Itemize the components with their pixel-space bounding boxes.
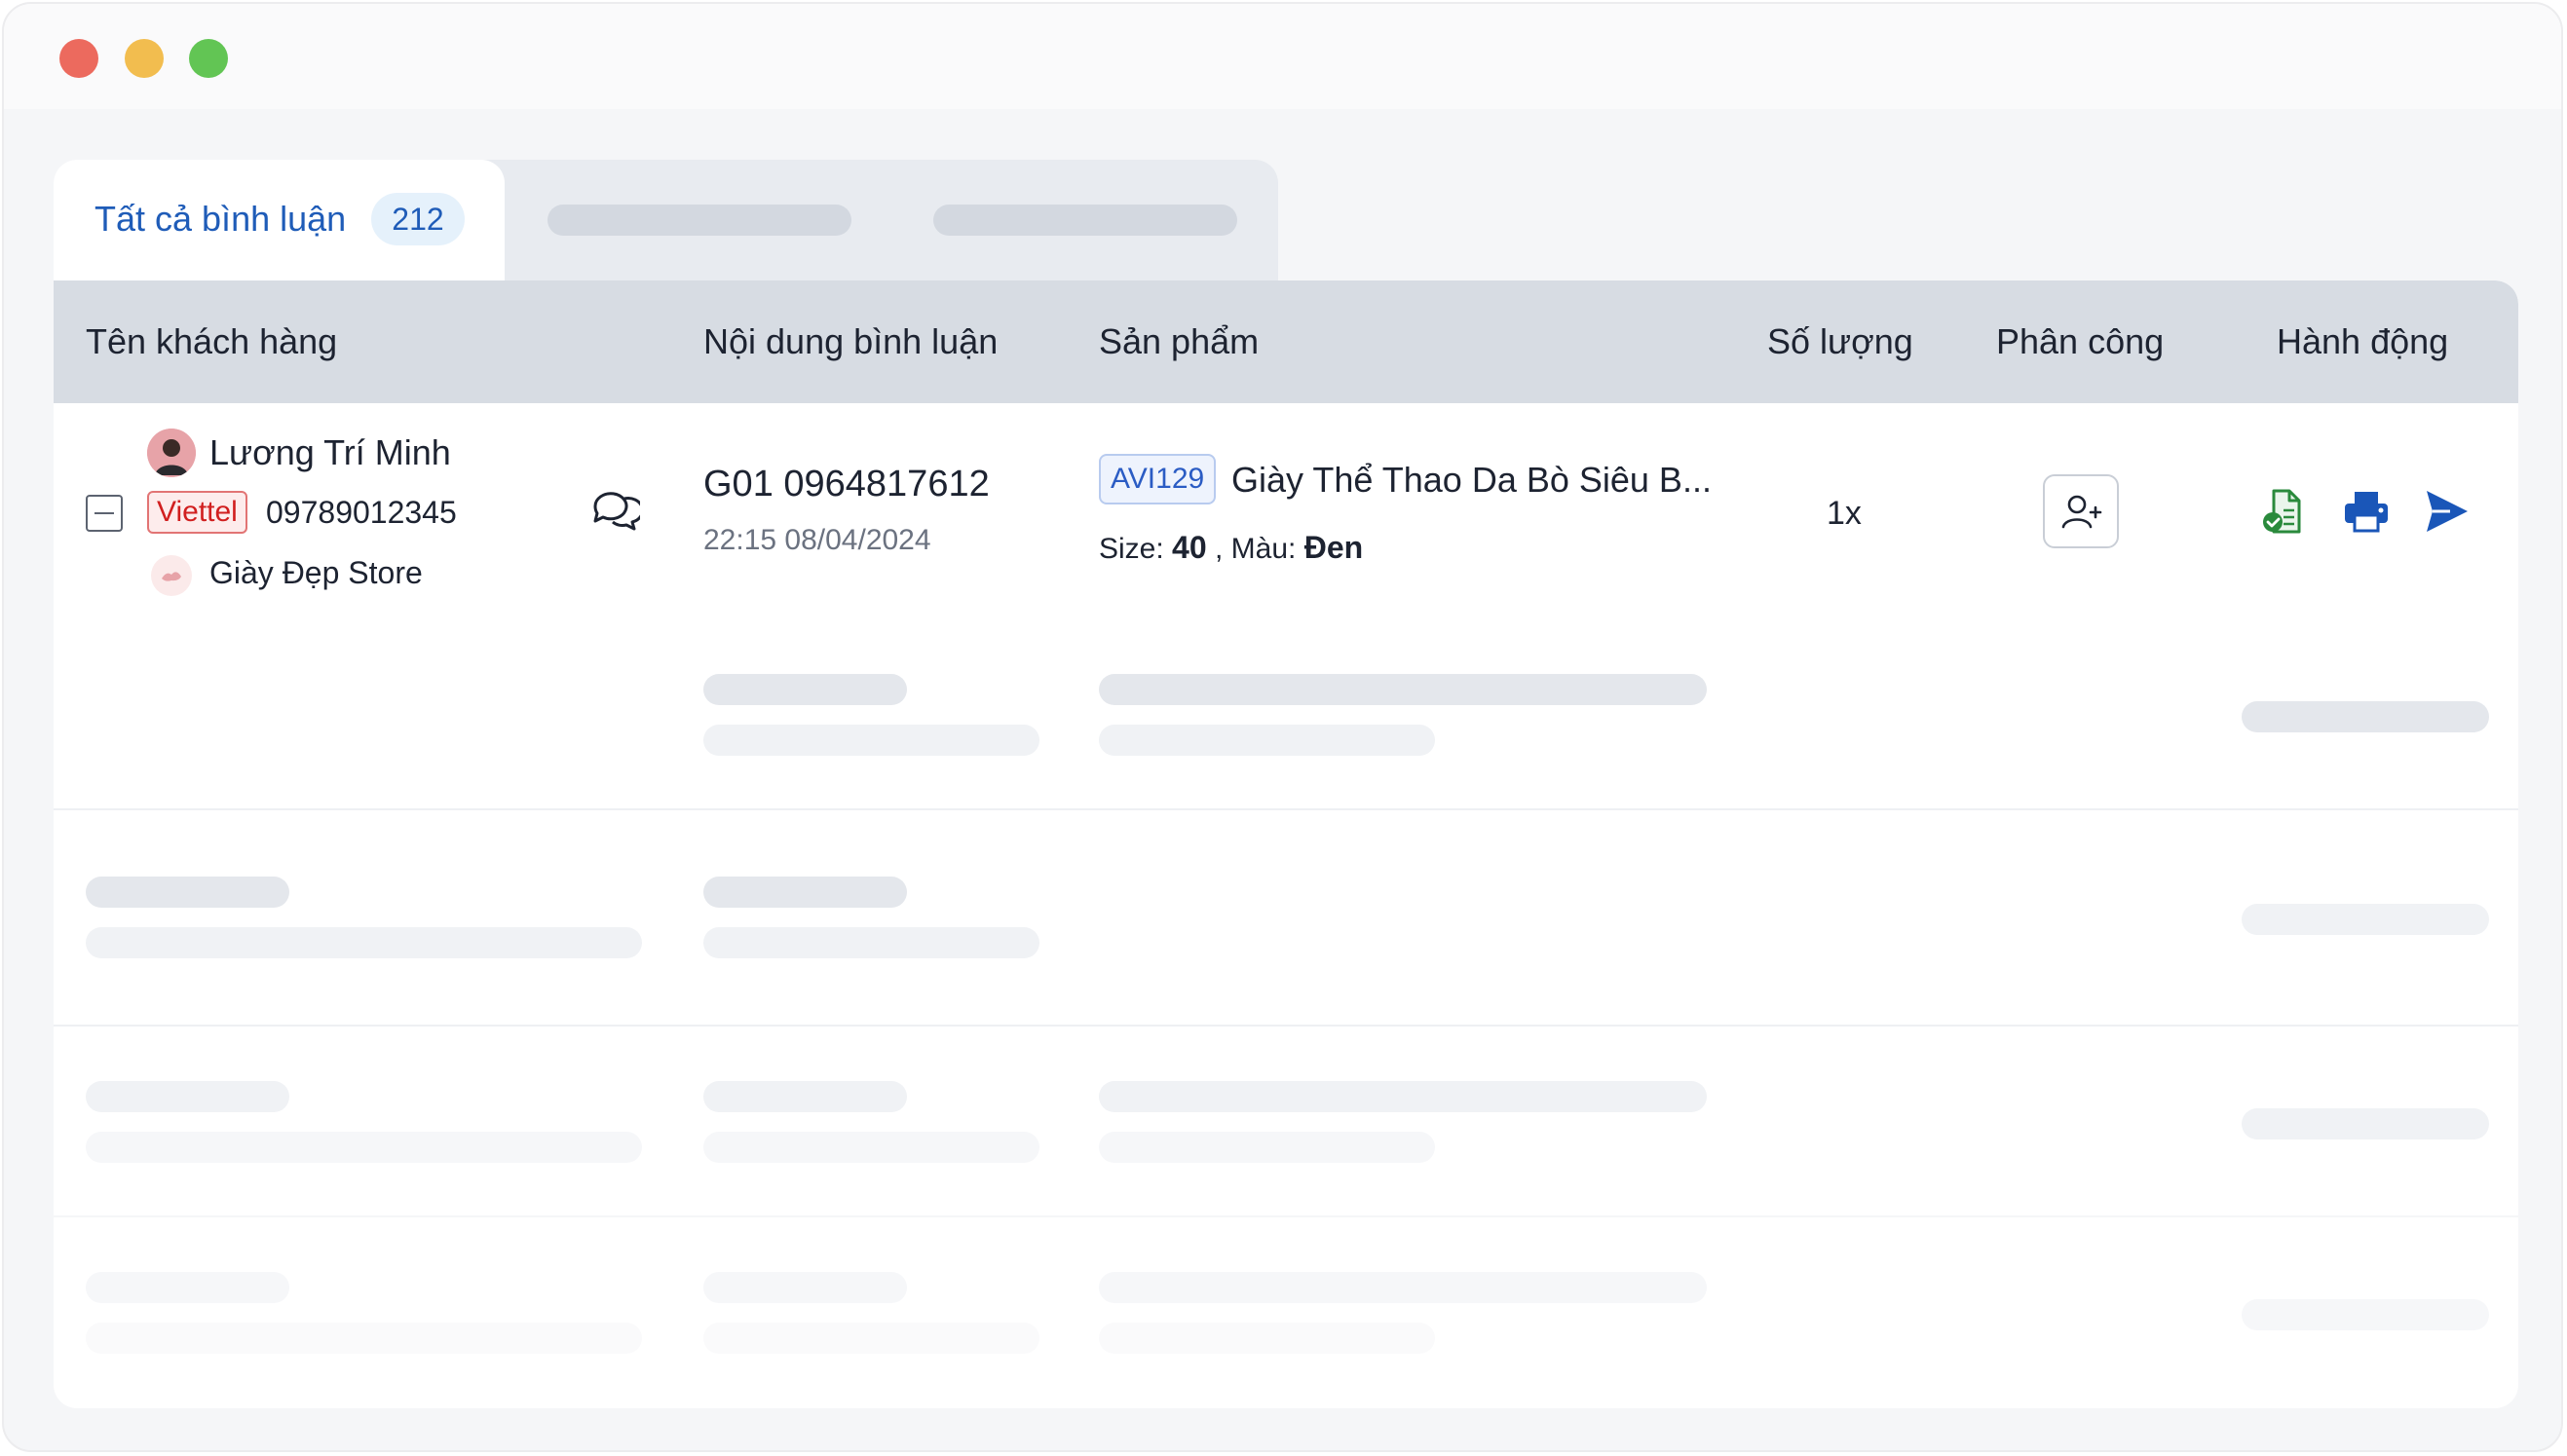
document-check-icon[interactable]	[2260, 487, 2309, 541]
skeleton-bar	[703, 927, 1039, 958]
skeleton-bar	[86, 1272, 289, 1303]
sku-badge: AVI129	[1099, 454, 1217, 504]
title-bar	[4, 4, 2561, 109]
minimize-window-button[interactable]	[125, 39, 164, 78]
header-product: Sản phẩm	[1099, 321, 1260, 361]
quantity-value: 1x	[1827, 495, 1862, 532]
printer-icon[interactable]	[2342, 487, 2391, 541]
customer-phone: 09789012345	[266, 495, 457, 530]
row-divider	[54, 1025, 2518, 1027]
tab-all-comments[interactable]: Tất cả bình luận 212	[54, 160, 505, 282]
header-actions: Hành động	[2277, 321, 2449, 361]
tab-bar: Tất cả bình luận 212	[54, 160, 1278, 282]
app-window: Tất cả bình luận 212 Tên khách hàng Nội …	[2, 2, 2563, 1452]
user-plus-icon	[2061, 495, 2102, 529]
skeleton-bar	[703, 1323, 1039, 1354]
row-divider	[54, 1215, 2518, 1217]
skeleton-bar	[703, 674, 907, 705]
skeleton-bar	[86, 1081, 289, 1112]
store-logo-icon	[151, 555, 192, 596]
chat-bubbles-icon[interactable]	[589, 485, 645, 537]
header-assign: Phân công	[1996, 321, 2165, 361]
skeleton-bar	[1099, 1081, 1707, 1112]
avatar[interactable]	[147, 429, 196, 477]
table-header: Tên khách hàng Nội dung bình luận Sản ph…	[54, 280, 2518, 403]
skeleton-bar	[1099, 725, 1435, 756]
skeleton-bar	[1099, 1323, 1435, 1354]
maximize-window-button[interactable]	[189, 39, 228, 78]
skeleton-bar	[86, 1132, 642, 1163]
skeleton-bar	[1099, 1132, 1435, 1163]
comments-table: Tên khách hàng Nội dung bình luận Sản ph…	[54, 280, 2518, 1408]
skeleton-bar	[703, 1272, 907, 1303]
send-icon[interactable]	[2423, 487, 2472, 541]
skeleton-bar	[1099, 674, 1707, 705]
skeleton-bar	[703, 725, 1039, 756]
tab-label: Tất cả bình luận	[94, 199, 347, 239]
skeleton-bar	[2242, 701, 2489, 732]
color-value: Đen	[1303, 530, 1364, 565]
tab-placeholder[interactable]	[933, 205, 1237, 236]
size-label: Size:	[1099, 533, 1164, 565]
assign-user-button[interactable]	[2043, 474, 2119, 548]
header-customer: Tên khách hàng	[86, 321, 338, 361]
skeleton-bar	[86, 927, 642, 958]
skeleton-bar	[2242, 1108, 2489, 1139]
customer-name[interactable]: Lương Trí Minh	[209, 432, 451, 473]
store-name: Giày Đẹp Store	[209, 555, 423, 590]
comment-text: G01 0964817612	[703, 464, 990, 504]
product-variant: Size: 40 , Màu: Đen	[1099, 530, 1363, 566]
skeleton-bar	[703, 877, 907, 908]
skeleton-bar	[86, 877, 289, 908]
comment-count-badge: 212	[371, 193, 465, 245]
header-comment: Nội dung bình luận	[703, 321, 999, 361]
skeleton-bar	[2242, 904, 2489, 935]
skeleton-bar	[2242, 1299, 2489, 1330]
collapse-row-checkbox[interactable]	[86, 495, 123, 532]
size-value: 40	[1172, 530, 1207, 565]
skeleton-bar	[1099, 1272, 1707, 1303]
carrier-badge: Viettel	[147, 491, 247, 534]
skeleton-bar	[86, 1323, 642, 1354]
skeleton-bar	[703, 1081, 907, 1112]
product-name[interactable]: Giày Thể Thao Da Bò Siêu B...	[1231, 460, 1712, 501]
skeleton-bar	[703, 1132, 1039, 1163]
tab-placeholder[interactable]	[547, 205, 851, 236]
color-label: , Màu:	[1214, 533, 1297, 565]
close-window-button[interactable]	[59, 39, 98, 78]
row-divider	[54, 808, 2518, 810]
header-quantity: Số lượng	[1767, 321, 1913, 361]
comment-timestamp: 22:15 08/04/2024	[703, 524, 931, 556]
